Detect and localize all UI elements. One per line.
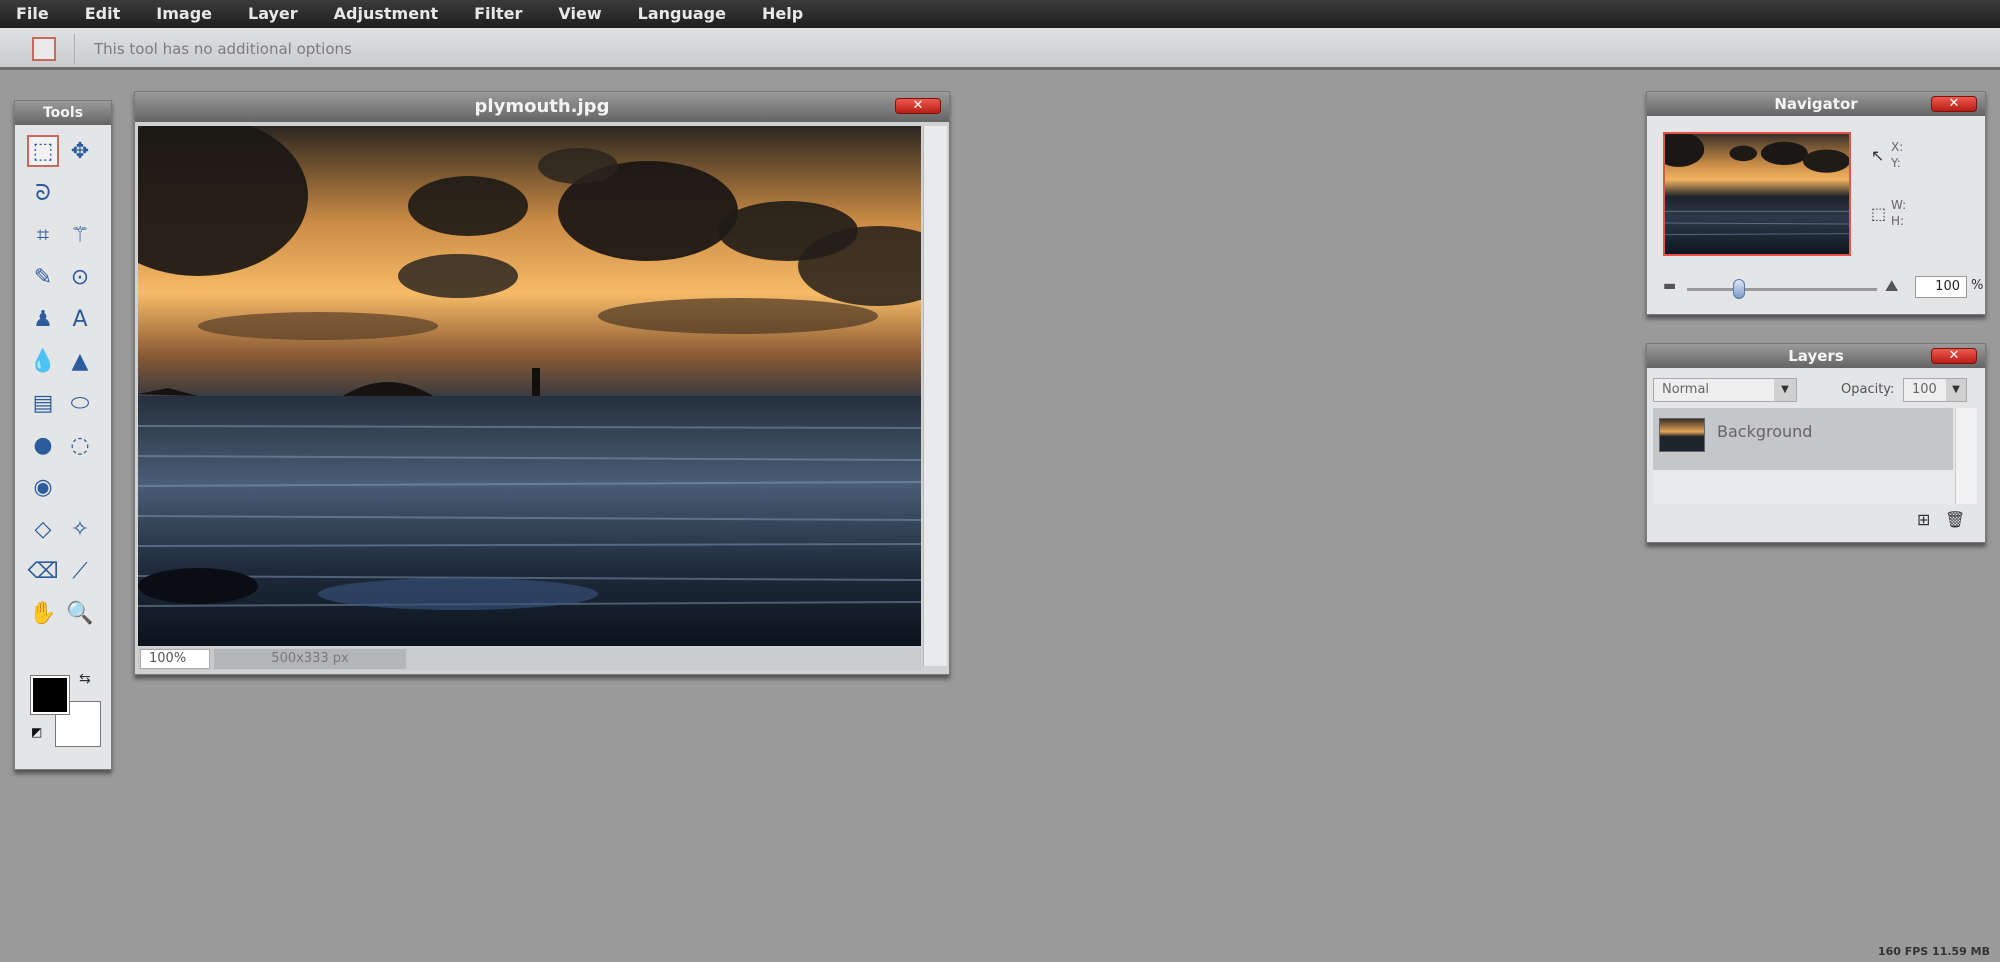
lasso-tool-icon[interactable]: ᘐ <box>27 177 59 209</box>
tools-grid: ⬚ ✥ ᘐ ⌗ ⚚ ✎ ⊙ ♟ A 💧 ▲ ▤ ⬭ ● ◌ ◉ ◇ ✧ ⌫ ⟋ ✋ 🔍 <box>27 135 101 639</box>
menu-adjustment[interactable]: Adjustment <box>334 0 438 28</box>
close-document-button[interactable]: ✕ <box>895 98 941 114</box>
navigator-title-text: Navigator <box>1774 95 1858 113</box>
eyedropper-tool-icon[interactable]: ⟋ <box>64 555 96 587</box>
layer-list: Background <box>1653 408 1977 504</box>
image-size-label: 500x333 px <box>214 649 406 669</box>
opacity-label: Opacity: <box>1841 382 1895 397</box>
image-canvas[interactable] <box>138 126 921 646</box>
zoom-in-icon[interactable]: ⛰ <box>1885 276 1898 296</box>
vertical-scrollbar[interactable] <box>923 126 947 666</box>
zoom-level-field[interactable]: 100% <box>140 649 210 669</box>
layers-title-text: Layers <box>1788 347 1844 365</box>
type-tool-icon[interactable]: A <box>64 303 96 335</box>
fps-memory-status: 160 FPS 11.59 MB <box>1877 945 1990 958</box>
zoom-out-icon[interactable]: ▬ <box>1663 278 1676 294</box>
swap-colors-icon[interactable]: ⇆ <box>79 671 91 687</box>
eraser-tool-icon[interactable]: ⌫ <box>27 555 59 587</box>
document-filename: plymouth.jpg <box>474 96 610 117</box>
move-tool-icon[interactable]: ✥ <box>64 135 96 167</box>
nav-x-label: X: <box>1891 140 1904 154</box>
opacity-select[interactable]: 100 ▼ <box>1903 378 1967 402</box>
wand-tool-icon[interactable]: ⚚ <box>64 219 96 251</box>
drop-tool-icon[interactable]: 💧 <box>27 345 59 377</box>
menu-help[interactable]: Help <box>762 0 803 28</box>
bucket-tool-icon[interactable]: ▲ <box>64 345 96 377</box>
sunset-sea-photo <box>138 126 921 646</box>
tool-options-message: This tool has no additional options <box>94 40 352 58</box>
chevron-down-icon: ▼ <box>1946 379 1966 401</box>
layer-name: Background <box>1717 422 1813 441</box>
menu-edit[interactable]: Edit <box>85 0 121 28</box>
chevron-down-icon: ▼ <box>1774 379 1796 401</box>
blend-mode-value: Normal <box>1662 382 1710 397</box>
navigator-preview-image <box>1665 134 1849 236</box>
opacity-value: 100 <box>1912 382 1937 397</box>
zoom-percent-unit: % <box>1971 278 1984 293</box>
foreground-color-swatch[interactable] <box>30 675 70 715</box>
bloat-tool-icon[interactable]: ✧ <box>64 513 96 545</box>
tools-panel-title[interactable]: Tools <box>15 101 111 125</box>
clone-stamp-tool-icon[interactable]: ♟ <box>27 303 59 335</box>
layers-panel: Layers ✕ Normal ▼ Opacity: 100 ▼ Backgro… <box>1646 343 1986 543</box>
smudge-tool-icon[interactable]: ⬭ <box>64 387 96 419</box>
menu-filter[interactable]: Filter <box>474 0 522 28</box>
gradient-tool-icon[interactable]: ▤ <box>27 387 59 419</box>
document-title[interactable]: plymouth.jpg ✕ <box>135 92 949 122</box>
zoom-slider-track[interactable] <box>1687 288 1877 291</box>
blend-mode-select[interactable]: Normal ▼ <box>1653 378 1797 402</box>
layer-thumbnail <box>1659 418 1705 452</box>
nav-w-label: W: <box>1891 198 1907 212</box>
pencil-tool-icon[interactable]: ✎ <box>27 261 59 293</box>
close-layers-button[interactable]: ✕ <box>1931 348 1977 364</box>
menu-bar: File Edit Image Layer Adjustment Filter … <box>0 0 2000 28</box>
nav-y-label: Y: <box>1891 156 1901 170</box>
zoom-percent-input[interactable]: 100 <box>1915 276 1967 298</box>
marquee-tool-icon[interactable]: ⬚ <box>27 135 59 167</box>
layer-item-background[interactable]: Background <box>1653 408 1953 470</box>
document-status-bar: 100% 500x333 px <box>138 648 921 670</box>
selection-size-icon: ⬚ <box>1871 204 1887 223</box>
navigator-title[interactable]: Navigator ✕ <box>1647 92 1985 116</box>
burn-tool-icon[interactable]: ● <box>27 429 59 461</box>
tools-panel: Tools ⬚ ✥ ᘐ ⌗ ⚚ ✎ ⊙ ♟ A 💧 ▲ ▤ ⬭ ● ◌ ◉ ◇ ✧ ⌫ ⟋ ✋ 🔍 ⇆ ◩ <box>14 100 112 770</box>
spot-heal-tool-icon[interactable]: ◇ <box>27 513 59 545</box>
close-navigator-button[interactable]: ✕ <box>1931 96 1977 112</box>
redeye-tool-icon[interactable]: ◉ <box>27 471 59 503</box>
cursor-position-icon: ↖ <box>1871 146 1885 165</box>
layers-title[interactable]: Layers ✕ <box>1647 344 1985 368</box>
brush-tool-icon[interactable]: ⊙ <box>64 261 96 293</box>
tool-options-bar: This tool has no additional options <box>0 28 2000 70</box>
crop-tool-icon[interactable]: ⌗ <box>27 219 59 251</box>
menu-language[interactable]: Language <box>638 0 726 28</box>
reset-colors-icon[interactable]: ◩ <box>31 725 42 739</box>
new-layer-icon[interactable]: ⊞ <box>1917 510 1930 529</box>
zoom-tool-icon[interactable]: 🔍 <box>64 597 96 629</box>
menu-image[interactable]: Image <box>156 0 212 28</box>
document-window: plymouth.jpg ✕ 100% 500x333 px <box>134 91 950 675</box>
navigator-thumbnail[interactable] <box>1663 132 1851 256</box>
menu-file[interactable]: File <box>16 0 49 28</box>
zoom-slider-handle[interactable] <box>1733 279 1745 299</box>
menu-view[interactable]: View <box>558 0 601 28</box>
layer-list-scrollbar[interactable] <box>1955 408 1977 504</box>
nav-h-label: H: <box>1891 214 1905 228</box>
dodge-tool-icon[interactable]: ◌ <box>64 429 96 461</box>
current-tool-icon <box>32 37 56 61</box>
menu-layer[interactable]: Layer <box>248 0 298 28</box>
navigator-panel: Navigator ✕ ↖ X: Y: ⬚ W: H: ▬ ⛰ 100 % <box>1646 91 1986 315</box>
options-divider <box>74 34 75 64</box>
hand-tool-icon[interactable]: ✋ <box>27 597 59 629</box>
delete-layer-icon[interactable]: 🗑 <box>1945 510 1965 529</box>
